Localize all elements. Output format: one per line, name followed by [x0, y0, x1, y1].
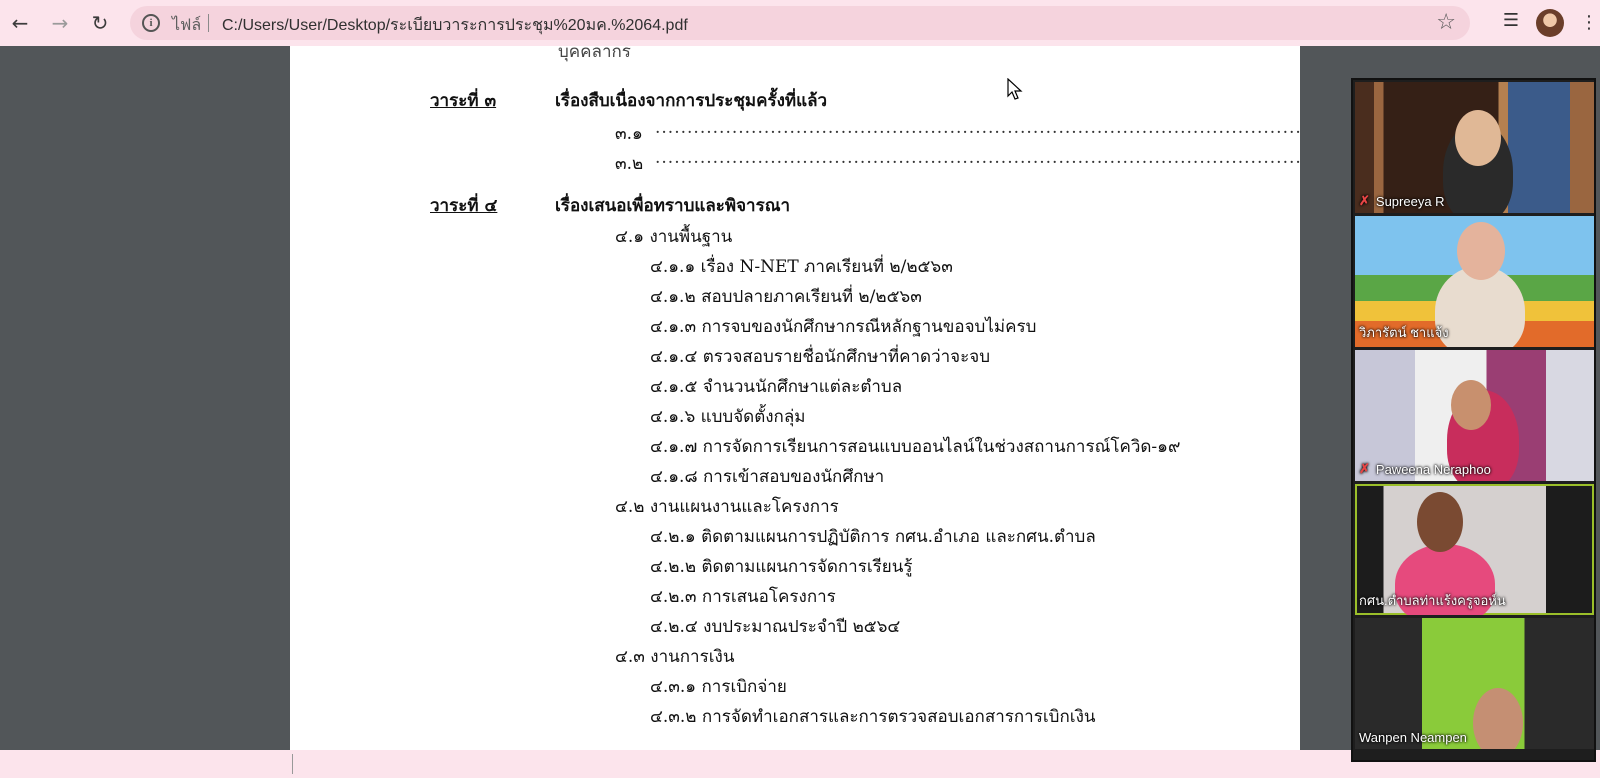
participant-face: [1473, 688, 1523, 749]
mic-off-icon: ✗: [1359, 193, 1370, 208]
agenda-line: ๔.๒.๒ ติดตามแผนการจัดการเรียนรู้: [650, 557, 913, 577]
participant-name: ✗ Supreeya R: [1359, 193, 1445, 209]
dotted-fill-line: ........................................…: [655, 118, 1300, 138]
pdf-page: บุคคลากร วาระที่ ๓ เรื่องสืบเนื่องจากการ…: [290, 46, 1300, 750]
agenda-4-label: วาระที่ ๔: [430, 196, 498, 216]
dotted-fill-line: ........................................…: [655, 148, 1300, 168]
agenda-4-title: เรื่องเสนอเพื่อทราบและพิจารณา: [555, 196, 791, 216]
agenda-line: ๔.๑.๗ การจัดการเรียนการสอนแบบออนไลน์ในช่…: [650, 437, 1181, 457]
arrow-left-icon[interactable]: ←: [6, 9, 34, 37]
url-text[interactable]: C:/Users/User/Desktop/ระเบียบวาระการประช…: [222, 13, 688, 38]
video-conference-panel: ✗ Supreeya R วิภารัตน์ ชาแจ้ง ✗ Paweena Ne…: [1351, 78, 1596, 762]
media-queue-icon[interactable]: ☰: [1498, 10, 1524, 36]
mic-off-icon: ✗: [1359, 461, 1370, 476]
scheme-label: ไฟล์: [172, 17, 202, 34]
agenda-line: ๔.๓ งานการเงิน: [615, 647, 735, 667]
agenda-3-item-1: ๓.๑: [615, 124, 643, 144]
agenda-line: ๔.๑ งานพื้นฐาน: [615, 227, 733, 247]
participant-tile[interactable]: ✗ Supreeya R: [1355, 82, 1594, 213]
star-icon[interactable]: ☆: [1436, 10, 1456, 35]
participant-face: [1451, 380, 1491, 430]
participant-tile[interactable]: ✗ Paweena Neraphoo: [1355, 350, 1594, 481]
agenda-line: ๔.๒.๓ การเสนอโครงการ: [650, 587, 836, 607]
participant-name: วิภารัตน์ ชาแจ้ง: [1359, 325, 1449, 340]
bottom-separator: [292, 754, 293, 774]
agenda-line: ๔.๑.๕ จำนวนนักศึกษาแต่ละตำบล: [650, 377, 903, 397]
participant-name: กศน.ตำบลท่าแร้งครูจอห์น: [1359, 593, 1506, 608]
kebab-menu-icon[interactable]: ⋮: [1580, 10, 1598, 36]
agenda-3-item-2: ๓.๒: [615, 154, 644, 174]
cut-off-text: บุคคลากร: [558, 46, 631, 62]
info-icon[interactable]: i: [142, 14, 160, 32]
participant-face: [1455, 110, 1501, 166]
agenda-line: ๔.๑.๖ แบบจัดตั้งกลุ่ม: [650, 407, 806, 427]
participant-name: Wanpen Neampen: [1359, 730, 1467, 745]
agenda-3-title: เรื่องสืบเนื่องจากการประชุมครั้งที่แล้ว: [555, 91, 828, 111]
agenda-line: ๔.๑.๔ ตรวจสอบรายชื่อนักศึกษาที่คาดว่าจะจ…: [650, 347, 991, 367]
participant-tile[interactable]: วิภารัตน์ ชาแจ้ง: [1355, 216, 1594, 347]
browser-toolbar: ← → ↻ i ไฟล์ C:/Users/User/Desktop/ระเบี…: [0, 0, 1600, 46]
agenda-line: ๔.๓.๒ การจัดทำเอกสารและการตรวจสอบเอกสารก…: [650, 707, 1096, 727]
agenda-line: ๔.๓.๑ การเบิกจ่าย: [650, 677, 787, 697]
participant-tile-active[interactable]: กศน.ตำบลท่าแร้งครูจอห์น: [1355, 484, 1594, 615]
agenda-line: ๔.๑.๒ สอบปลายภาคเรียนที่ ๒/๒๕๖๓: [650, 287, 922, 307]
agenda-line: ๔.๑.๘ การเข้าสอบของนักศึกษา: [650, 467, 885, 487]
agenda-line: ๔.๑.๓ การจบของนักศึกษากรณีหลักฐานขอจบไม่…: [650, 317, 1037, 337]
address-bar[interactable]: i ไฟล์ C:/Users/User/Desktop/ระเบียบวาระ…: [130, 6, 1470, 40]
participant-name: ✗ Paweena Neraphoo: [1359, 461, 1491, 477]
profile-avatar[interactable]: [1536, 9, 1564, 37]
reload-icon[interactable]: ↻: [86, 9, 114, 37]
agenda-line: ๔.๑.๑ เรื่อง N-NET ภาคเรียนที่ ๒/๒๕๖๓: [650, 257, 953, 277]
mouse-cursor-icon: [1007, 78, 1023, 100]
agenda-line: ๔.๒.๔ งบประมาณประจำปี ๒๕๖๔: [650, 617, 901, 637]
participant-tile[interactable]: Wanpen Neampen: [1355, 618, 1594, 749]
agenda-line: ๔.๒ งานแผนงานและโครงการ: [615, 497, 839, 517]
agenda-line: ๔.๒.๑ ติดตามแผนการปฏิบัติการ กศน.อำเภอ แ…: [650, 527, 1096, 547]
participant-face: [1457, 222, 1505, 280]
participant-face: [1417, 492, 1463, 552]
agenda-3-label: วาระที่ ๓: [430, 91, 497, 111]
address-separator: [208, 14, 209, 32]
arrow-right-icon[interactable]: →: [46, 9, 74, 37]
